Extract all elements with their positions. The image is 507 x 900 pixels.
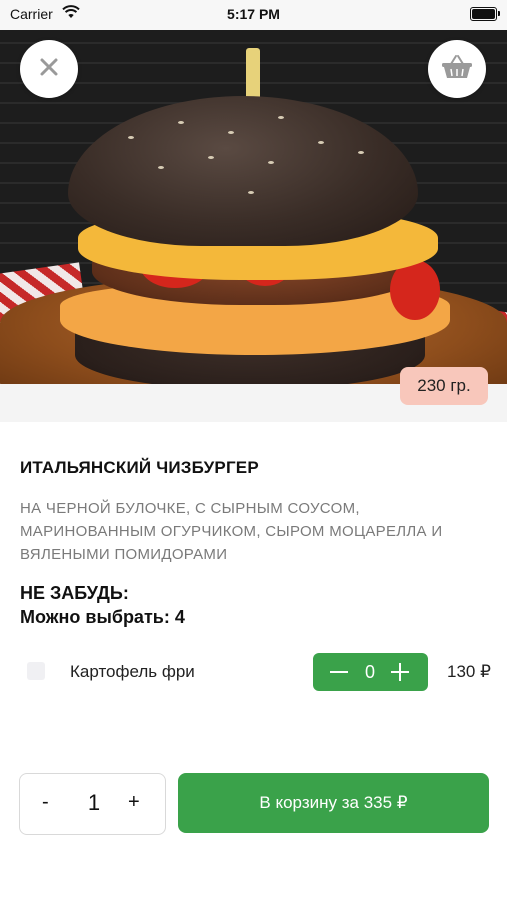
quantity-stepper: - 1 + <box>19 773 166 835</box>
addon-quantity-value: 0 <box>364 662 375 682</box>
quantity-value: 1 <box>87 790 101 815</box>
quantity-increment-button[interactable]: + <box>128 791 140 814</box>
product-title: ИТАЛЬЯНСКИЙ ЧИЗБУРГЕР <box>20 458 259 477</box>
addon-quantity-stepper: 0 <box>313 653 428 691</box>
cart-button[interactable] <box>428 40 486 98</box>
addon-checkbox[interactable] <box>27 662 45 680</box>
bun-top <box>68 96 418 246</box>
basket-icon <box>441 54 473 85</box>
quantity-decrement-button[interactable]: - <box>42 791 49 814</box>
add-to-cart-button[interactable]: В корзину за 335 ₽ <box>178 773 489 833</box>
product-image <box>0 30 507 422</box>
status-bar: Carrier 5:17 PM <box>0 0 507 30</box>
clock: 5:17 PM <box>227 6 280 22</box>
battery-icon <box>470 7 500 21</box>
addons-heading: НЕ ЗАБУДЬ: <box>20 583 129 603</box>
close-icon <box>39 57 59 82</box>
addon-decrement-button[interactable] <box>329 660 349 684</box>
product-description: НА ЧЕРНОЙ БУЛОЧКЕ, С СЫРНЫМ СОУСОМ, МАРИ… <box>20 500 443 563</box>
addon-increment-button[interactable] <box>389 660 411 684</box>
weight-badge: 230 гр. <box>400 367 488 405</box>
addon-label: Картофель фри <box>70 662 195 681</box>
addons-limit: Можно выбрать: 4 <box>20 607 185 627</box>
addon-price: 130 ₽ <box>447 662 491 681</box>
close-button[interactable] <box>20 40 78 98</box>
